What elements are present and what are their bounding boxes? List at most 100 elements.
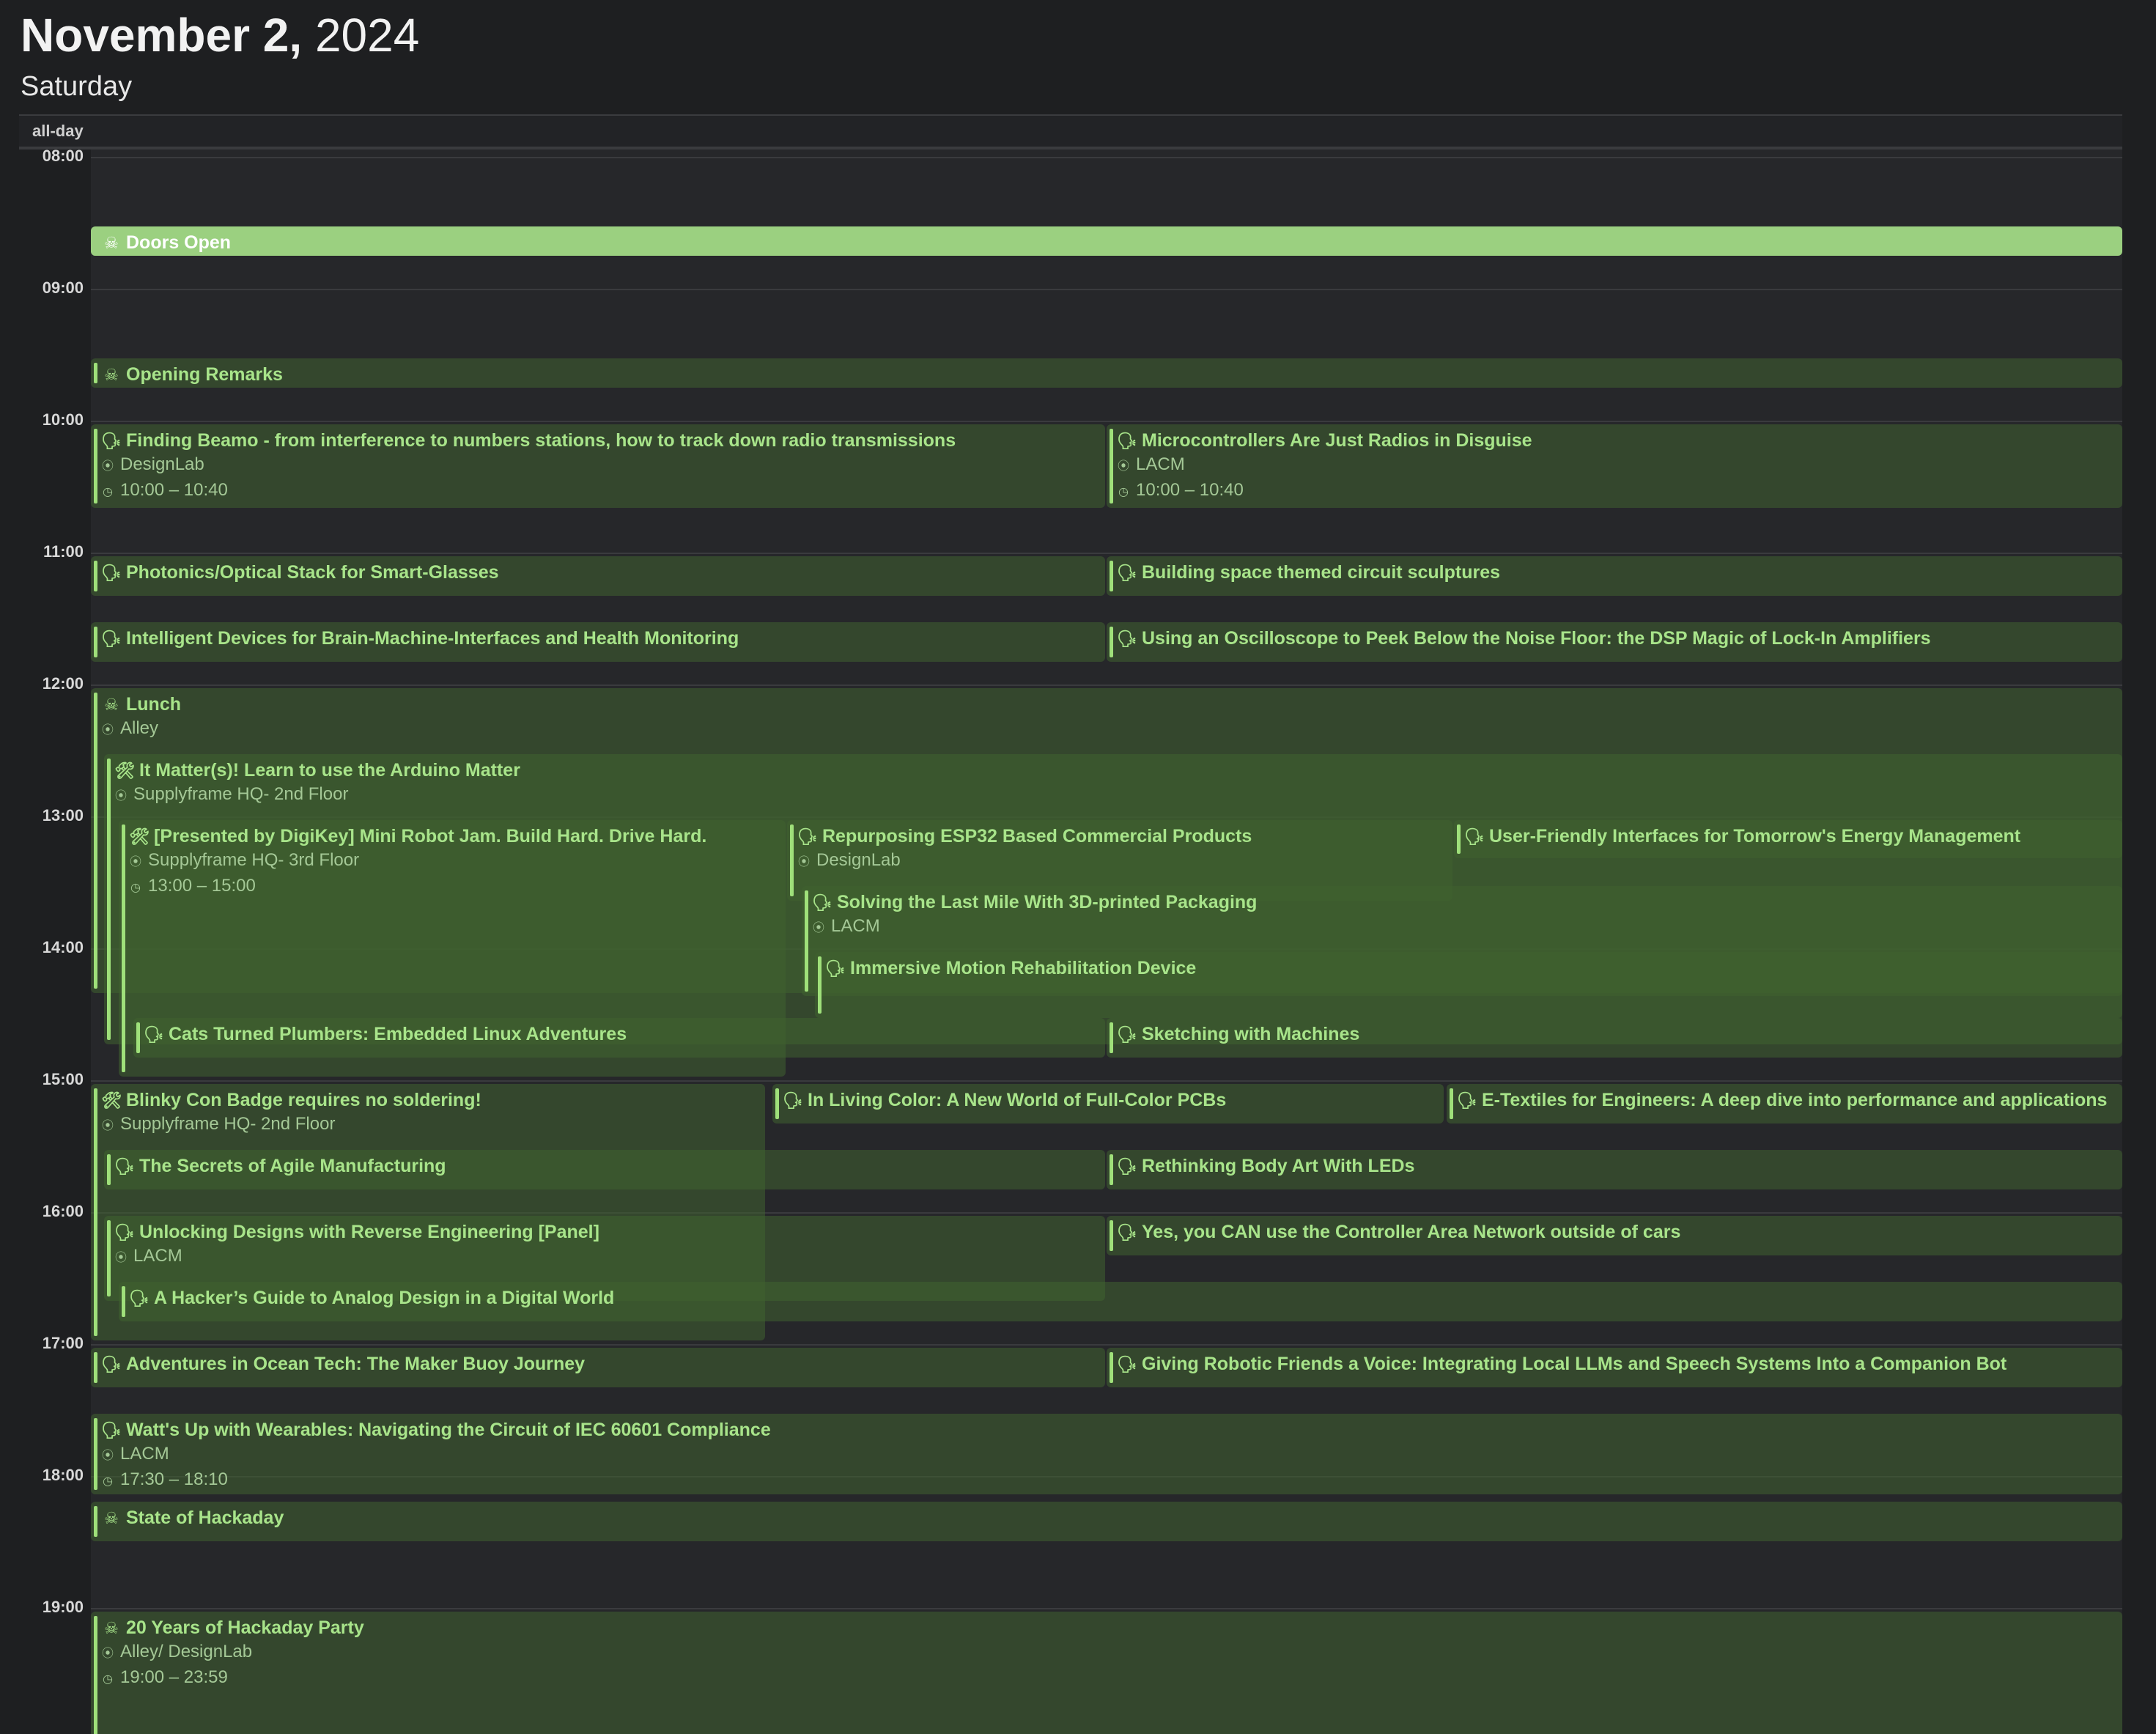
speaking-head-icon: 🗣 <box>1117 1025 1137 1044</box>
event-location: LACM <box>120 1444 169 1464</box>
event-time: 10:00 – 10:40 <box>1136 480 1244 500</box>
day-header: November 2, 2024 Saturday <box>21 4 419 106</box>
event-giving-robotic-friends-a-voice-integrati[interactable]: 🗣 Giving Robotic Friends a Voice: Integra… <box>1107 1348 2122 1387</box>
event-title-row: 🗣 Rethinking Body Art With LEDs <box>1117 1154 2115 1178</box>
event-color-bar <box>1110 429 1113 503</box>
speaking-head-icon: 🗣 <box>114 1157 135 1176</box>
event-title: Intelligent Devices for Brain-Machine-In… <box>126 628 739 649</box>
speaking-head-icon: 🗣 <box>1457 1091 1477 1110</box>
event-the-secrets-of-agile-manufacturing[interactable]: 🗣 The Secrets of Agile Manufacturing <box>104 1150 1105 1189</box>
event-intelligent-devices-for-brain-machine-in[interactable]: 🗣 Intelligent Devices for Brain-Machine-I… <box>91 622 1105 662</box>
event-20-years-of-hackaday-party[interactable]: ☠ 20 Years of Hackaday Party ⦿ Alley/ Desig… <box>91 1612 2122 1734</box>
event-a-hacker-s-guide-to-analog-design-in-a-d[interactable]: 🗣 A Hacker’s Guide to Analog Design in a … <box>119 1282 2122 1321</box>
event-location: Supplyframe HQ- 3rd Floor <box>148 850 360 870</box>
event-color-bar <box>94 1088 97 1336</box>
event-user-friendly-interfaces-for-tomorrow-s-[interactable]: 🗣 User-Friendly Interfaces for Tomorrow's… <box>1454 820 2122 858</box>
event-color-bar <box>818 956 822 1014</box>
event-rethinking-body-art-with-leds[interactable]: 🗣 Rethinking Body Art With LEDs <box>1107 1150 2122 1189</box>
event-color-bar <box>94 561 97 591</box>
event-color-bar <box>94 1352 97 1383</box>
speaking-head-icon: 🗣 <box>825 959 846 978</box>
event-location-row: ⦿ LACM <box>812 915 2115 940</box>
event-e-textiles-for-engineers-a-deep-dive-int[interactable]: 🗣 E-Textiles for Engineers: A deep dive i… <box>1447 1084 2122 1124</box>
event-title: The Secrets of Agile Manufacturing <box>139 1156 446 1176</box>
event-title: Doors Open <box>126 232 232 253</box>
event-color-bar <box>1110 1022 1113 1053</box>
event-title: Using an Oscilloscope to Peek Below the … <box>1142 628 1931 649</box>
event-cats-turned-plumbers-embedded-linux-adve[interactable]: 🗣 Cats Turned Plumbers: Embedded Linux Ad… <box>133 1018 1105 1058</box>
event-immersive-motion-rehabilitation-device[interactable]: 🗣 Immersive Motion Rehabilitation Device <box>815 952 2122 1018</box>
event-color-bar <box>94 1418 97 1490</box>
event-location-row: ⦿ LACM <box>114 1244 1098 1270</box>
speaking-head-icon: 🗣 <box>1117 1355 1137 1373</box>
event-time-row: ◷ 10:00 – 10:40 <box>1117 479 2115 504</box>
event-building-space-themed-circuit-sculptures[interactable]: 🗣 Building space themed circuit sculpture… <box>1107 556 2122 596</box>
event-location: Alley/ DesignLab <box>120 1642 253 1661</box>
event-location-row: ⦿ Supplyframe HQ- 2nd Floor <box>114 783 2115 808</box>
location-pin-icon: ⦿ <box>101 724 114 737</box>
event-title: Immersive Motion Rehabilitation Device <box>850 958 1197 978</box>
speaking-head-icon: 🗣 <box>783 1091 803 1110</box>
event-location-row: ⦿ Alley/ DesignLab <box>101 1640 2115 1666</box>
event-title-row: 🗣 Unlocking Designs with Reverse Engineer… <box>114 1220 1098 1244</box>
event-title: Solving the Last Mile With 3D-printed Pa… <box>837 892 1258 912</box>
event-title: Opening Remarks <box>126 364 283 385</box>
speaking-head-icon: 🗣 <box>1464 827 1485 846</box>
event-time-row: ◷ 19:00 – 23:59 <box>101 1666 2115 1691</box>
event-time: 19:00 – 23:59 <box>120 1667 228 1687</box>
tools-icon: 🛠 <box>114 761 135 780</box>
event-title-row: 🗣 Intelligent Devices for Brain-Machine-I… <box>101 627 1098 651</box>
event-in-living-color-a-new-world-of-full-colo[interactable]: 🗣 In Living Color: A New World of Full-Co… <box>772 1084 1444 1124</box>
location-pin-icon: ⦿ <box>114 1252 127 1264</box>
event-title-row: 🗣 A Hacker’s Guide to Analog Design in a … <box>129 1286 2115 1310</box>
event-time: 10:00 – 10:40 <box>120 480 228 500</box>
event-location: DesignLab <box>816 850 901 870</box>
location-pin-icon: ⦿ <box>114 790 127 803</box>
event-location: Alley <box>120 718 159 738</box>
speaking-head-icon: 🗣 <box>114 1223 135 1242</box>
event-color-bar <box>1110 1220 1113 1251</box>
event-color-bar <box>107 1220 111 1296</box>
event-yes-you-can-use-the-controller-area-netw[interactable]: 🗣 Yes, you CAN use the Controller Area Ne… <box>1107 1216 2122 1255</box>
event-microcontrollers-are-just-radios-in-disg[interactable]: 🗣 Microcontrollers Are Just Radios in Dis… <box>1107 424 2122 508</box>
event-title: Sketching with Machines <box>1142 1024 1360 1044</box>
location-pin-icon: ⦿ <box>101 1120 114 1132</box>
hour-line <box>91 421 2122 422</box>
hour-label: 10:00 <box>42 410 84 429</box>
speaking-head-icon: 🗣 <box>101 630 122 648</box>
clock-icon: ◷ <box>130 882 141 894</box>
event-watt-s-up-with-wearables-navigating-the-[interactable]: 🗣 Watt's Up with Wearables: Navigating th… <box>91 1414 2122 1494</box>
hour-line <box>91 1080 2122 1082</box>
event-sketching-with-machines[interactable]: 🗣 Sketching with Machines <box>1107 1018 2122 1058</box>
event-color-bar <box>107 1154 111 1185</box>
event-using-an-oscilloscope-to-peek-below-the-[interactable]: 🗣 Using an Oscilloscope to Peek Below the… <box>1107 622 2122 662</box>
event-color-bar <box>1457 824 1461 854</box>
tools-icon: 🛠 <box>101 1091 122 1110</box>
event-color-bar <box>122 824 125 1072</box>
event-state-of-hackaday[interactable]: ☠ State of Hackaday <box>91 1502 2122 1541</box>
speaking-head-icon: 🗣 <box>101 564 122 582</box>
event-location-row: ⦿ DesignLab <box>101 453 1098 479</box>
event-location: LACM <box>831 916 880 936</box>
speaking-head-icon: 🗣 <box>144 1025 164 1044</box>
location-pin-icon: ⦿ <box>101 1648 114 1660</box>
event-location-row: ⦿ Alley <box>101 717 2115 742</box>
all-day-row[interactable]: all-day <box>19 114 2122 150</box>
event-color-bar <box>94 627 97 657</box>
event-photonics-optical-stack-for-smart-glasse[interactable]: 🗣 Photonics/Optical Stack for Smart-Glass… <box>91 556 1105 596</box>
event-title-row: 🗣 The Secrets of Agile Manufacturing <box>114 1154 1098 1178</box>
event-location-row: ⦿ LACM <box>101 1442 2115 1468</box>
speaking-head-icon: 🗣 <box>797 827 818 846</box>
event-adventures-in-ocean-tech-the-maker-buoy-[interactable]: 🗣 Adventures in Ocean Tech: The Maker Buo… <box>91 1348 1105 1387</box>
event-location: LACM <box>1136 454 1185 474</box>
skull-icon: ☠ <box>104 1619 119 1637</box>
hour-label: 08:00 <box>42 147 84 165</box>
speaking-head-icon: 🗣 <box>1117 630 1137 648</box>
event-doors-open[interactable]: ☠ Doors Open <box>91 226 2122 256</box>
event-title-row: 🗣 Watt's Up with Wearables: Navigating th… <box>101 1418 2115 1442</box>
event-title-row: 🗣 Finding Beamo - from interference to nu… <box>101 429 1098 453</box>
event-opening-remarks[interactable]: ☠ Opening Remarks <box>91 358 2122 388</box>
tools-icon: 🛠 <box>129 827 149 846</box>
hour-label: 17:00 <box>42 1334 84 1352</box>
event-finding-beamo-from-interference-to-numbe[interactable]: 🗣 Finding Beamo - from interference to nu… <box>91 424 1105 508</box>
